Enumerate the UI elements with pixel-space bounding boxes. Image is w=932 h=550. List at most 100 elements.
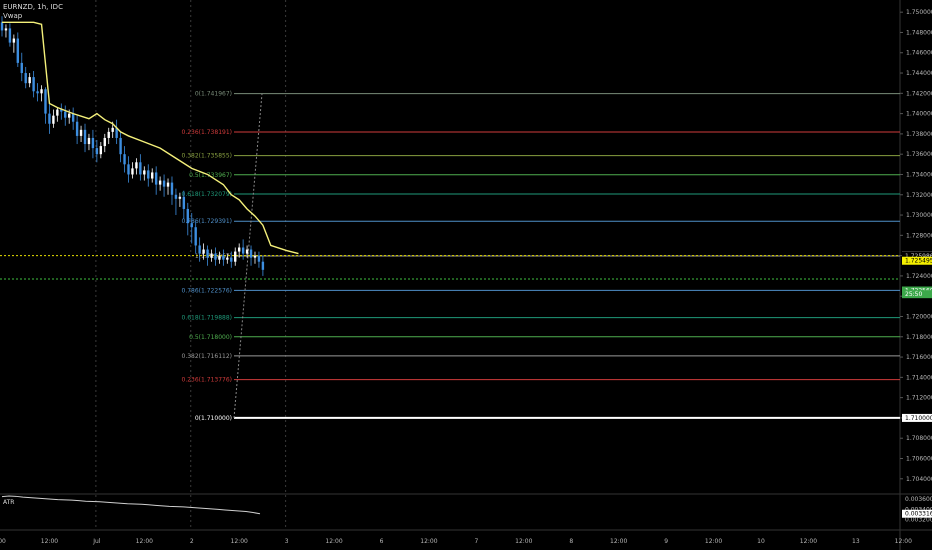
candle-body bbox=[28, 77, 31, 84]
price-tick-label: 1.736000 bbox=[906, 151, 932, 158]
candle-body bbox=[79, 129, 83, 136]
candle-body bbox=[151, 172, 154, 179]
price-tick-label: 1.732000 bbox=[906, 192, 932, 199]
price-badge-label: 1.710000 bbox=[905, 415, 932, 422]
candle-body bbox=[245, 249, 249, 254]
candle-body bbox=[174, 194, 178, 199]
candle-body bbox=[186, 208, 189, 224]
candle-body bbox=[36, 91, 39, 94]
candle-body bbox=[107, 131, 110, 138]
candle-body bbox=[154, 172, 158, 185]
candle-body bbox=[24, 73, 27, 84]
fib-level-label: 0.786(1.722576) bbox=[182, 287, 233, 294]
price-tick-label: 1.708000 bbox=[906, 435, 932, 442]
price-tick-label: 1.744000 bbox=[906, 70, 932, 77]
price-tick-label: 1.738000 bbox=[906, 131, 932, 138]
time-tick-label: 12:00 bbox=[136, 538, 153, 545]
candle-body bbox=[182, 196, 186, 209]
indicator-label[interactable]: Vwap bbox=[3, 12, 63, 21]
candle-body bbox=[123, 154, 126, 165]
candle-body bbox=[230, 257, 233, 262]
atr-line bbox=[1, 495, 261, 515]
candle-body bbox=[8, 28, 12, 43]
time-tick-label: 9 bbox=[664, 538, 668, 545]
price-tick-label: 1.712000 bbox=[906, 395, 932, 402]
price-tick-label: 1.724000 bbox=[906, 273, 932, 280]
candle-body bbox=[210, 253, 213, 258]
candle-body bbox=[83, 129, 87, 145]
candle-body bbox=[52, 115, 55, 124]
candle-body bbox=[158, 180, 162, 185]
candle-body bbox=[198, 245, 201, 254]
candle-body bbox=[131, 168, 134, 175]
candle-body bbox=[253, 255, 257, 258]
time-tick-label: 10 bbox=[757, 538, 765, 545]
candle-body bbox=[0, 22, 4, 31]
chart-canvas[interactable]: 0(1.741967) 0.236(1.738191) 0.382(1.735855… bbox=[0, 0, 932, 550]
candle-body bbox=[71, 113, 75, 122]
fib-level-label: 0.236(1.713776) bbox=[182, 377, 233, 384]
price-tick-label: 1.750000 bbox=[906, 9, 932, 16]
candle-body bbox=[143, 170, 146, 175]
candle-body bbox=[40, 89, 43, 94]
time-tick-label: 12:00 bbox=[231, 538, 248, 545]
fib-level-label: 0(1.741967) bbox=[195, 91, 232, 98]
price-tick-label: 1.714000 bbox=[906, 374, 932, 381]
candle-body bbox=[214, 253, 217, 260]
price-tick-label: 1.704000 bbox=[906, 476, 932, 483]
time-tick-label: 12:00 bbox=[41, 538, 58, 545]
price-badge-label: 25:50 bbox=[905, 291, 922, 298]
candle-body bbox=[56, 109, 59, 116]
price-tick-label: 1.740000 bbox=[906, 111, 932, 118]
candle-body bbox=[218, 255, 221, 260]
candle-body bbox=[162, 180, 166, 187]
fib-level-label: 0.786(1.729391) bbox=[182, 218, 233, 225]
candle-body bbox=[226, 257, 229, 260]
candle-body bbox=[139, 162, 142, 175]
candle-body bbox=[178, 196, 182, 199]
candle-body bbox=[4, 28, 8, 31]
candle-body bbox=[32, 77, 35, 92]
candle-body bbox=[99, 146, 103, 155]
candle-body bbox=[12, 38, 16, 43]
candle-body bbox=[75, 121, 79, 136]
candle-body bbox=[111, 127, 114, 132]
vwap-line bbox=[2, 21, 299, 255]
time-tick-label: 12:00 bbox=[610, 538, 627, 545]
symbol-label[interactable]: EURNZD, 1h, IDC bbox=[3, 3, 63, 12]
time-tick-label: 12:00 bbox=[705, 538, 722, 545]
price-tick-label: 1.746000 bbox=[906, 50, 932, 57]
time-tick-label: 7 bbox=[474, 538, 478, 545]
fib-level-label: 0.5(1.718000) bbox=[189, 334, 232, 341]
fib-level-label: 0.618(1.719888) bbox=[182, 315, 233, 322]
candle-body bbox=[103, 137, 106, 147]
price-tick-label: 1.748000 bbox=[906, 29, 932, 36]
candle-body bbox=[44, 89, 47, 114]
time-tick-label: 12:00 bbox=[420, 538, 437, 545]
time-tick-label: 8 bbox=[569, 538, 573, 545]
price-tick-label: 1.734000 bbox=[906, 171, 932, 178]
candle-body bbox=[202, 249, 205, 254]
candle-body bbox=[166, 182, 170, 187]
price-tick-label: 1.718000 bbox=[906, 334, 932, 341]
candle-body bbox=[127, 164, 130, 175]
time-tick-label: 13 bbox=[852, 538, 860, 545]
price-tick-label: 1.742000 bbox=[906, 90, 932, 97]
candle-body bbox=[190, 223, 193, 228]
fib-level-label: 0(1.710000) bbox=[195, 415, 232, 422]
candle-body bbox=[234, 251, 237, 262]
candle-body bbox=[249, 249, 253, 258]
candle-body bbox=[16, 38, 20, 63]
candle-body bbox=[135, 162, 138, 169]
time-tick-label: 00 bbox=[0, 538, 6, 545]
candle-body bbox=[194, 227, 197, 246]
atr-label[interactable]: ATR bbox=[3, 499, 14, 506]
price-badge-label: 1.725495 bbox=[905, 258, 932, 265]
atr-tick-label: 0.003600 bbox=[905, 496, 932, 503]
candle-body bbox=[64, 111, 67, 118]
price-tick-label: 1.706000 bbox=[906, 455, 932, 462]
time-tick-label: 3 bbox=[285, 538, 289, 545]
time-tick-label: Jul bbox=[92, 538, 101, 545]
price-tick-label: 1.728000 bbox=[906, 232, 932, 239]
candle-body bbox=[241, 247, 245, 254]
